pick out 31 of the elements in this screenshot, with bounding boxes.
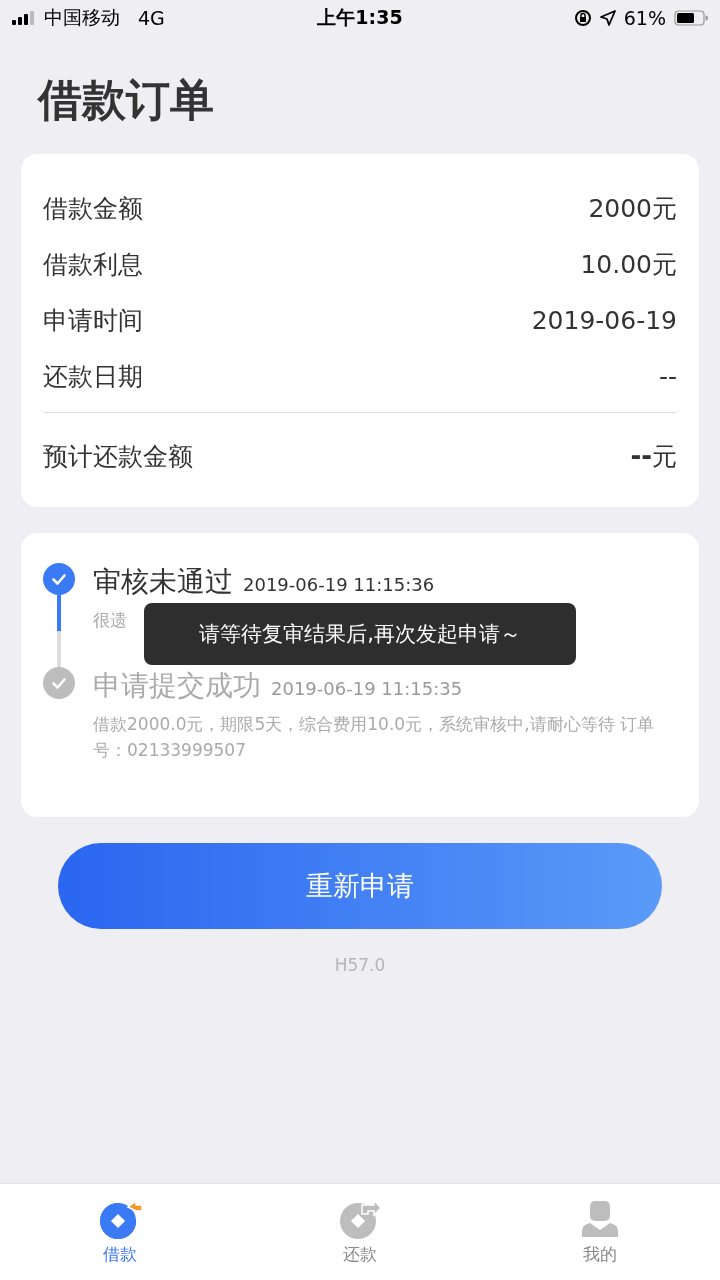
step-time: 2019-06-19 11:15:36 <box>243 574 435 595</box>
tab-item[interactable]: 借款 <box>0 1184 240 1280</box>
step-title: 审核未通过 <box>93 564 233 600</box>
step-detail: 借款2000.0元，期限5天，综合费用10.0元，系统审核中,请耐心等待 订单号：02133999507 <box>93 713 655 762</box>
battery-percent: 61% <box>623 7 666 29</box>
tab-item[interactable]: 我的 <box>480 1184 720 1280</box>
detail-value: 2000元 <box>588 192 677 225</box>
total-unit: 元 <box>652 440 677 473</box>
detail-value: 2019-06-19 <box>531 305 677 335</box>
tab-item[interactable]: 还款 <box>240 1184 480 1280</box>
detail-label: 申请时间 <box>43 304 143 337</box>
total-value: -- <box>630 440 652 471</box>
step-title: 申请提交成功 <box>93 668 261 704</box>
step-time: 2019-06-19 11:15:35 <box>271 678 463 699</box>
battery-icon <box>674 10 708 26</box>
total-label: 预计还款金额 <box>43 440 193 473</box>
toast-message: 请等待复审结果后,再次发起申请～ <box>144 603 576 665</box>
location-icon <box>599 10 616 26</box>
carrier-name: 中国移动 <box>44 5 120 30</box>
reapply-button[interactable]: 重新申请 <box>58 843 662 929</box>
rotation-lock-icon <box>573 9 592 27</box>
version-label: H57.0 <box>333 955 387 975</box>
page-title: 借款订单 <box>38 73 215 127</box>
detail-value: 10.00元 <box>580 248 677 281</box>
detail-label: 借款利息 <box>43 248 143 281</box>
detail-label: 还款日期 <box>43 360 143 393</box>
network-type: 4G <box>138 7 165 29</box>
detail-value: -- <box>658 361 677 391</box>
clock-time: 上午1:35 <box>317 5 403 30</box>
detail-label: 借款金额 <box>43 192 143 225</box>
person-icon <box>580 1198 620 1239</box>
